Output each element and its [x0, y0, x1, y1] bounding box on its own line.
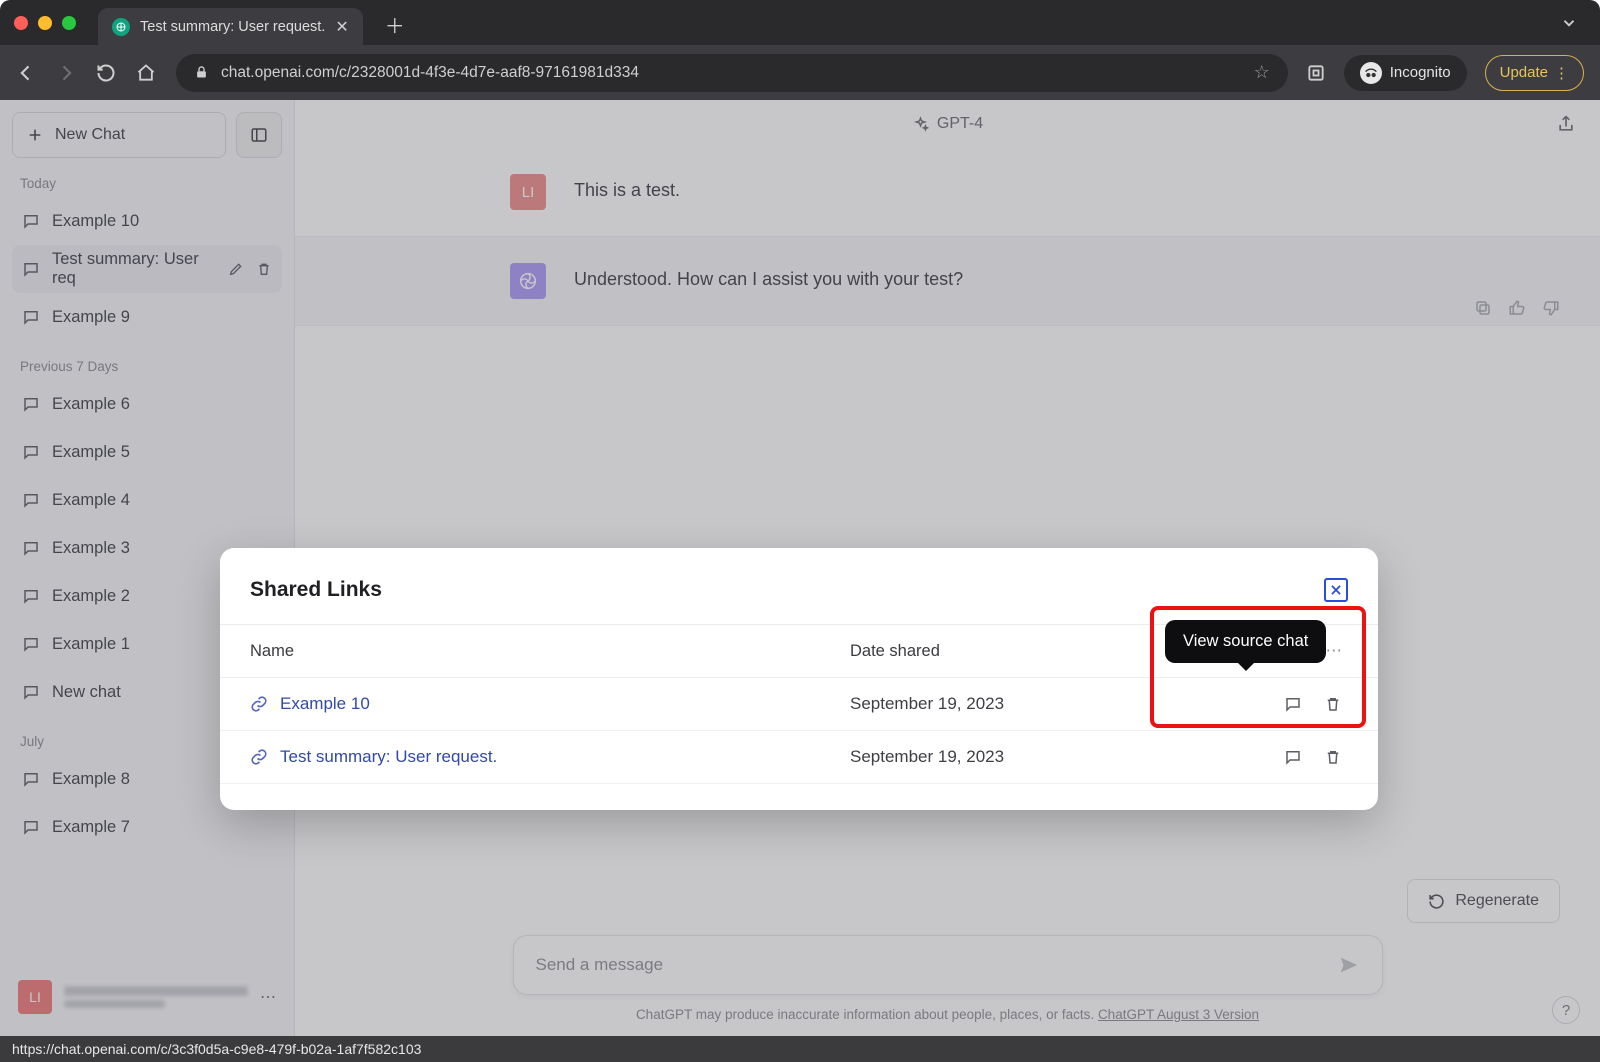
table-row: Test summary: User request. September 19…: [220, 731, 1378, 784]
maximize-window-icon[interactable]: [62, 16, 76, 30]
browser-status-bar: https://chat.openai.com/c/3c3f0d5a-c9e8-…: [0, 1036, 1600, 1062]
app-body: New Chat Today Example 10 Test summary: …: [0, 100, 1600, 1036]
url-text: chat.openai.com/c/2328001d-4f3e-4d7e-aaf…: [221, 64, 639, 82]
shared-links-modal: Shared Links Name Date shared ⋯ Example …: [220, 548, 1378, 810]
new-tab-button[interactable]: ＋: [385, 10, 405, 39]
delete-link-icon[interactable]: [1324, 748, 1342, 766]
window-controls: [14, 16, 76, 30]
incognito-icon: [1360, 62, 1382, 84]
address-bar[interactable]: chat.openai.com/c/2328001d-4f3e-4d7e-aaf…: [176, 54, 1288, 92]
update-label: Update: [1500, 64, 1548, 81]
browser-tab[interactable]: Test summary: User request. ✕: [98, 8, 363, 46]
col-name: Name: [250, 642, 850, 661]
shared-link-date: September 19, 2023: [850, 747, 1230, 767]
delete-link-icon[interactable]: [1324, 695, 1342, 713]
openai-favicon-icon: [112, 18, 130, 36]
browser-chrome: Test summary: User request. ✕ ＋ chat.ope…: [0, 0, 1600, 100]
link-icon: [250, 695, 268, 713]
tab-close-icon[interactable]: ✕: [335, 17, 348, 37]
modal-close-button[interactable]: [1324, 578, 1348, 602]
forward-button[interactable]: [56, 63, 78, 83]
view-source-icon[interactable]: [1284, 748, 1302, 766]
tab-overflow-icon[interactable]: [1560, 14, 1586, 32]
reload-button[interactable]: [96, 63, 118, 83]
tooltip-view-source: View source chat: [1165, 620, 1326, 663]
view-source-icon[interactable]: [1284, 695, 1302, 713]
home-button[interactable]: [136, 63, 158, 83]
status-url: https://chat.openai.com/c/3c3f0d5a-c9e8-…: [12, 1041, 421, 1057]
shared-link-name[interactable]: Example 10: [280, 694, 370, 714]
lock-icon: [194, 65, 209, 80]
incognito-label: Incognito: [1390, 64, 1451, 81]
shared-link-name[interactable]: Test summary: User request.: [280, 747, 497, 767]
incognito-badge[interactable]: Incognito: [1344, 55, 1467, 91]
bookmark-icon[interactable]: ☆: [1254, 62, 1270, 83]
update-button[interactable]: Update ⋮: [1485, 55, 1584, 91]
modal-title: Shared Links: [250, 578, 382, 602]
browser-menu-icon[interactable]: ⋮: [1554, 64, 1569, 82]
back-button[interactable]: [16, 63, 38, 83]
browser-toolbar: chat.openai.com/c/2328001d-4f3e-4d7e-aaf…: [0, 45, 1600, 100]
table-row: Example 10 September 19, 2023: [220, 678, 1378, 731]
close-window-icon[interactable]: [14, 16, 28, 30]
link-icon: [250, 748, 268, 766]
extensions-icon[interactable]: [1306, 63, 1326, 83]
tab-strip: Test summary: User request. ✕ ＋: [0, 0, 1600, 45]
tab-title: Test summary: User request.: [140, 19, 325, 35]
shared-link-date: September 19, 2023: [850, 694, 1230, 714]
minimize-window-icon[interactable]: [38, 16, 52, 30]
